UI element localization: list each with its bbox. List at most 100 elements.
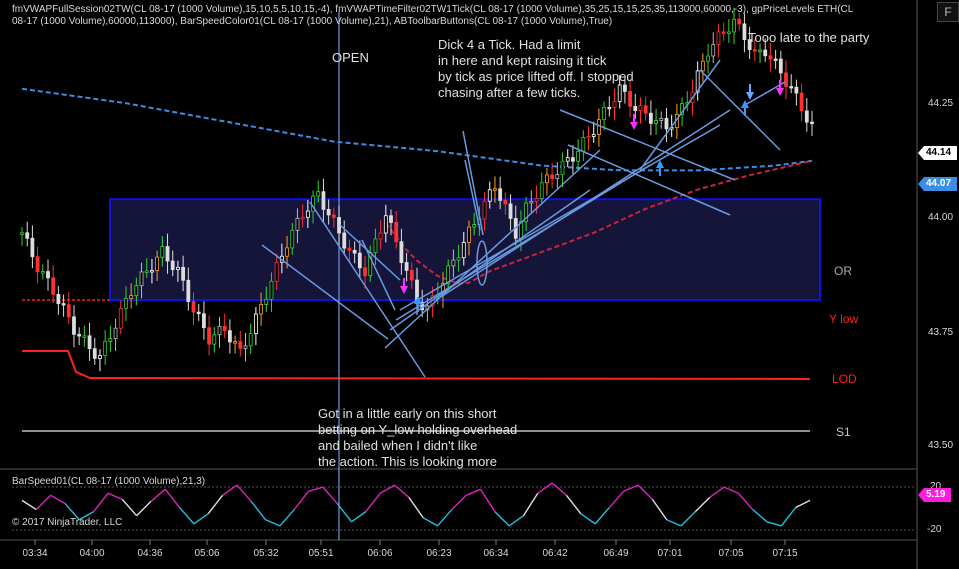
candle-body xyxy=(451,259,456,267)
candle-body xyxy=(144,270,149,273)
candle-body xyxy=(155,256,160,271)
candle-body xyxy=(565,157,570,162)
candle-body xyxy=(46,271,50,279)
annotation-open: OPEN xyxy=(332,50,369,65)
candle-body xyxy=(659,117,664,121)
candle-body xyxy=(259,304,263,315)
candle-body xyxy=(238,341,243,349)
vwap-price-tag: 44.07 xyxy=(918,177,958,191)
indicator-header-line-1: fmVWAPFullSession02TW(CL 08-17 (1000 Vol… xyxy=(12,4,854,15)
candle-body xyxy=(773,58,778,61)
candle-body xyxy=(331,214,336,218)
candle-body xyxy=(290,229,295,249)
chart-window: fmVWAPFullSession02TW(CL 08-17 (1000 Vol… xyxy=(0,0,959,569)
candle-body xyxy=(576,150,581,162)
candle-body xyxy=(711,44,716,57)
candle-body xyxy=(77,333,82,337)
candle-body xyxy=(352,249,357,254)
time-tick: 07:05 xyxy=(718,548,744,559)
candle-body xyxy=(170,260,175,270)
candle-body xyxy=(700,60,705,72)
candle-body xyxy=(638,105,643,111)
candle-body xyxy=(456,257,461,261)
candle-body xyxy=(498,188,503,201)
candle-body xyxy=(602,106,607,121)
candle-body xyxy=(82,335,87,338)
candle-body xyxy=(784,72,788,87)
candle-body xyxy=(394,222,399,243)
candle-body xyxy=(472,224,477,228)
candle-body xyxy=(321,191,326,210)
candle-body xyxy=(342,232,347,249)
candle-body xyxy=(550,174,555,179)
candle-body xyxy=(129,295,134,299)
candle-body xyxy=(243,345,248,349)
candle-body xyxy=(768,55,773,60)
candle-body xyxy=(124,298,128,309)
candle-body xyxy=(534,198,539,202)
candle-body xyxy=(66,304,71,318)
candle-body xyxy=(487,189,492,202)
candle-body xyxy=(274,261,279,282)
candle-body xyxy=(227,330,232,343)
candle-body xyxy=(253,313,258,335)
candle-body xyxy=(248,333,253,347)
candle-body xyxy=(607,106,612,110)
candle-body xyxy=(264,298,269,305)
candle-body xyxy=(25,232,30,239)
candle-body xyxy=(643,105,648,114)
time-tick: 06:06 xyxy=(367,548,393,559)
candle-body xyxy=(305,210,310,218)
candle-body xyxy=(61,303,66,306)
candle-body xyxy=(103,340,108,356)
candle-body xyxy=(222,325,227,332)
candle-body xyxy=(233,341,237,344)
candle-body xyxy=(752,49,757,52)
time-tick: 07:01 xyxy=(657,548,683,559)
annotation-dick-4-a-tick: Dick 4 a Tick. Had a limit in here and k… xyxy=(438,37,634,100)
candle-body xyxy=(118,307,123,329)
candle-body xyxy=(383,215,388,234)
time-tick: 05:51 xyxy=(308,548,334,559)
indicator-value-tag: 5.19 xyxy=(918,488,952,502)
last-price-tag: 44.14 xyxy=(918,146,958,160)
candle-body xyxy=(217,325,222,336)
candle-body xyxy=(207,327,212,345)
time-tick: 05:32 xyxy=(253,548,279,559)
candle-body xyxy=(51,277,56,295)
candle-body xyxy=(726,31,731,34)
candle-body xyxy=(560,160,565,176)
candle-body xyxy=(799,92,804,112)
candle-body xyxy=(399,241,404,263)
price-tick-44-25: 44.25 xyxy=(928,98,954,109)
candle-body xyxy=(30,237,35,258)
candle-body xyxy=(586,136,591,139)
candle-body xyxy=(716,31,721,45)
indicator-header-line-2: 08-17 (1000 Volume),60000,113000), BarSp… xyxy=(12,16,613,27)
candle-body xyxy=(633,105,638,111)
candle-body xyxy=(92,348,97,359)
float-toolbar-button[interactable]: F xyxy=(937,2,959,22)
candle-body xyxy=(347,247,352,251)
candle-body xyxy=(654,120,658,124)
candle-body xyxy=(664,117,669,130)
candle-body xyxy=(373,238,378,254)
candle-body xyxy=(35,256,40,273)
time-tick: 06:23 xyxy=(426,548,452,559)
candle-body xyxy=(591,134,596,137)
candle-body xyxy=(571,157,575,162)
time-tick: 04:00 xyxy=(79,548,105,559)
candle-body xyxy=(165,246,170,262)
candle-body xyxy=(295,217,300,231)
time-tick: 06:34 xyxy=(483,548,509,559)
price-tick-44-00: 44.00 xyxy=(928,212,954,223)
candle-body xyxy=(20,232,24,235)
candle-body xyxy=(108,338,113,342)
candle-body xyxy=(186,279,191,303)
candle-body xyxy=(758,49,762,52)
candle-body xyxy=(160,246,165,258)
candle-body xyxy=(763,49,768,57)
candle-body xyxy=(87,335,92,350)
level-label-s1: S1 xyxy=(836,425,851,439)
time-tick: 03:34 xyxy=(22,548,48,559)
